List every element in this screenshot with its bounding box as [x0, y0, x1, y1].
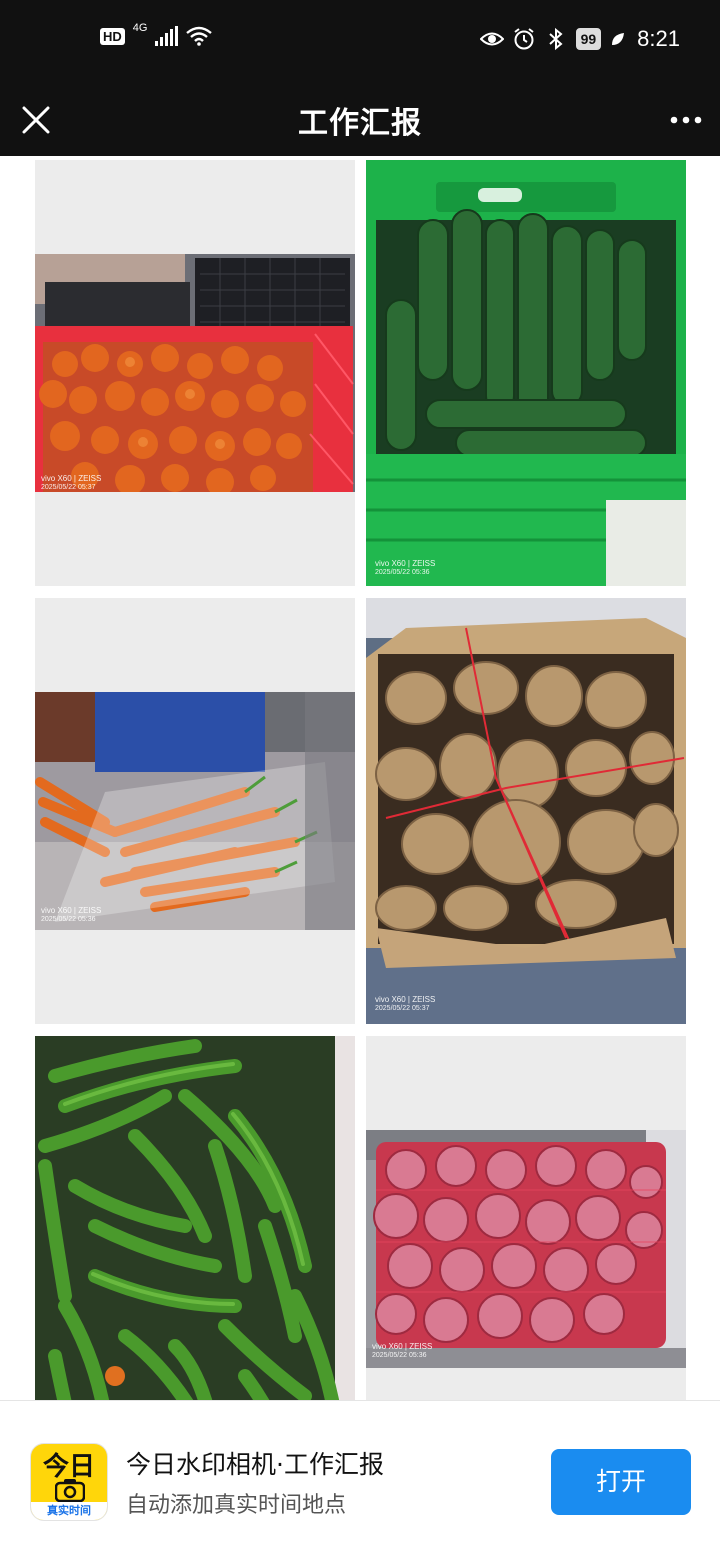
- hd-badge: HD: [100, 27, 125, 45]
- battery-level: 99: [575, 28, 602, 50]
- alarm-icon: [513, 28, 534, 50]
- photo-tomatoes[interactable]: vivo X60 | ZEISS 2025/05/22 05:37: [35, 160, 355, 586]
- tomatoes-image: [35, 254, 355, 492]
- network-type: 4G: [132, 22, 148, 34]
- banner-subtitle: 自动添加真实时间地点: [126, 1493, 347, 1518]
- photo-watermark: vivo X60 | ZEISS 2025/05/22 05:36: [375, 559, 436, 576]
- wifi-icon: [186, 26, 213, 46]
- signal-icon: [155, 26, 179, 46]
- status-right: 99 8:21: [479, 26, 680, 52]
- cucumbers-image: [366, 160, 686, 586]
- photo-watermark: vivo X60 | ZEISS 2025/05/22 05:37: [41, 474, 102, 491]
- status-bar: HD 4G 99 8:21: [0, 0, 720, 84]
- logo-text-bottom: 真实时间: [31, 1502, 107, 1520]
- nav-bar: 工作汇报: [0, 84, 720, 156]
- photo-watermark: vivo X60 | ZEISS 2025/05/22 05:36: [41, 906, 102, 923]
- status-left: HD 4G: [100, 22, 213, 46]
- photo-grid: vivo X60 | ZEISS 2025/05/22 05:37 vivo X…: [0, 156, 720, 1400]
- photo-red-onions[interactable]: vivo X60 | ZEISS 2025/05/22 05:36: [366, 1036, 686, 1400]
- potatoes-image: [366, 598, 686, 1024]
- photo-green-peppers[interactable]: [35, 1036, 355, 1400]
- leaf-icon: [612, 33, 625, 45]
- photo-carrots[interactable]: vivo X60 | ZEISS 2025/05/22 05:36: [35, 598, 355, 1024]
- clock: 8:21: [637, 26, 680, 51]
- bluetooth-icon: [548, 27, 563, 51]
- onions-image: [366, 1130, 686, 1368]
- app-promo-banner: 今日 真实时间 今日水印相机·工作汇报 自动添加真实时间地点 打开: [0, 1400, 720, 1560]
- photo-watermark: vivo X60 | ZEISS 2025/05/22 05:37: [375, 995, 436, 1012]
- eye-icon: [479, 32, 504, 46]
- carrots-image: [35, 692, 355, 930]
- peppers-image: [35, 1036, 355, 1400]
- photo-potatoes[interactable]: vivo X60 | ZEISS 2025/05/22 05:37: [366, 598, 686, 1024]
- more-dots-icon[interactable]: [666, 100, 706, 140]
- photo-watermark: vivo X60 | ZEISS 2025/05/22 05:36: [372, 1342, 433, 1359]
- open-app-button[interactable]: 打开: [551, 1449, 691, 1515]
- photo-cucumbers[interactable]: vivo X60 | ZEISS 2025/05/22 05:36: [366, 160, 686, 586]
- camera-icon: [55, 1479, 85, 1502]
- banner-title: 今日水印相机·工作汇报: [126, 1450, 384, 1479]
- page-title: 工作汇报: [298, 106, 422, 141]
- app-logo[interactable]: 今日 真实时间: [30, 1443, 108, 1521]
